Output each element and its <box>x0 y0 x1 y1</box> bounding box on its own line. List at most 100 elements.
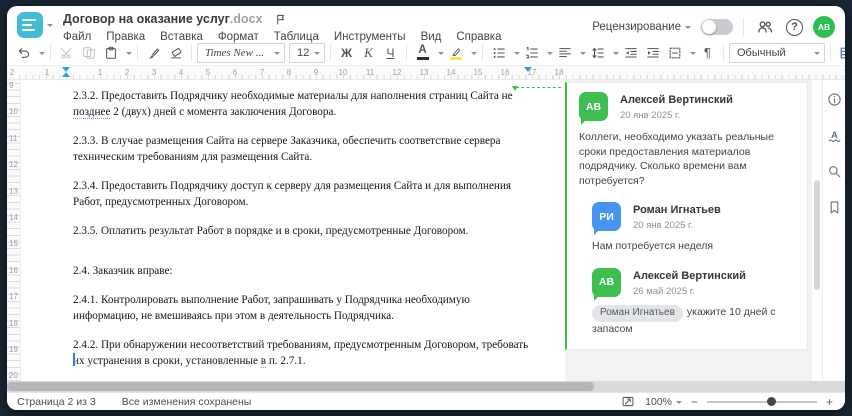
doc-paragraph[interactable]: 2.4.1. Контролировать выполнение Работ, … <box>73 292 551 324</box>
bookmark-icon[interactable] <box>823 196 845 218</box>
ruler-number: 14 <box>9 213 18 222</box>
paste-button[interactable] <box>100 42 121 64</box>
app-window: Договор на оказание услуг .docx Файл Пра… <box>7 6 845 410</box>
document-page[interactable]: 2.3.2. Предоставить Подрядчику необходим… <box>21 80 565 381</box>
document-info-icon[interactable] <box>823 88 845 110</box>
mention-pill[interactable]: Роман Игнатьев <box>592 304 683 322</box>
ruler-number: 16 <box>9 265 18 275</box>
commented-text: позднее <box>73 106 111 119</box>
zoom-level-select[interactable]: 100% <box>645 396 682 408</box>
highlight-color-button[interactable] <box>445 42 466 64</box>
italic-button[interactable]: К <box>358 42 379 64</box>
status-bar: Страница 2 из 3 Все изменения сохранены … <box>7 392 845 410</box>
paragraph-border-button[interactable] <box>664 42 685 64</box>
zoom-in-button[interactable]: + <box>826 396 833 408</box>
paragraph-border-caret-icon[interactable] <box>690 51 696 58</box>
paragraph-style-select[interactable]: Обычный <box>729 42 825 63</box>
undo-caret-icon[interactable] <box>39 51 45 58</box>
review-mode-dropdown[interactable]: Рецензирование <box>592 21 691 33</box>
increase-indent-button[interactable] <box>642 42 663 64</box>
ruler-number: 9 <box>313 68 319 77</box>
help-icon[interactable]: ? <box>786 18 803 36</box>
doc-text-run: 2.3.4. Предоставить Подрядчику доступ к … <box>73 180 512 192</box>
hanging-indent-marker[interactable] <box>62 68 70 77</box>
comment-reply[interactable]: АВ Алексей Вертинский 26 май 2025 г. Роман … <box>592 267 797 337</box>
doc-paragraph[interactable]: 2.3.4. Предоставить Подрядчику доступ к … <box>73 178 551 210</box>
ruler-number: 6 <box>232 68 238 77</box>
font-color-caret-icon[interactable] <box>438 51 444 58</box>
ruler-number: 18 <box>9 318 18 328</box>
zoom-controls: 100% − + <box>620 395 833 409</box>
search-icon[interactable] <box>823 160 845 182</box>
doc-paragraph[interactable]: 2.4. Заказчик вправе: <box>73 263 551 279</box>
bullet-list-caret-icon[interactable] <box>514 51 520 58</box>
ruler-number: 12 <box>9 160 18 170</box>
line-spacing-caret-icon[interactable] <box>613 51 619 58</box>
underline-button[interactable]: Ч <box>380 42 401 64</box>
collaborators-icon[interactable] <box>754 16 776 38</box>
favorite-flag-icon[interactable] <box>274 13 287 26</box>
line-spacing-button[interactable] <box>587 42 608 64</box>
ruler-number: 17 <box>527 68 537 77</box>
divider <box>743 18 744 36</box>
show-formatting-marks-button[interactable]: ¶ <box>697 42 718 64</box>
align-caret-icon[interactable] <box>580 51 586 58</box>
comment[interactable]: АВ Алексей Вертинский 20 янв 2025 г. Коллег… <box>579 92 797 188</box>
font-family-select[interactable]: Times New ... <box>197 42 285 63</box>
text-cursor <box>73 353 75 366</box>
document-title: Договор на оказание услуг <box>63 12 230 26</box>
highlight-caret-icon[interactable] <box>471 51 477 58</box>
chevron-down-icon <box>685 26 691 32</box>
bold-button[interactable]: Ж <box>336 42 357 64</box>
cut-button[interactable] <box>56 42 77 64</box>
comment-reply[interactable]: РИ Роман Игнатьев 20 янв 2025 г. Нам потреб… <box>592 202 797 254</box>
comment-date: 26 май 2025 г. <box>633 285 695 297</box>
copy-button[interactable] <box>78 42 99 64</box>
comments-scrollbar[interactable] <box>812 80 822 381</box>
review-toggle[interactable] <box>701 19 733 35</box>
doc-text-run: п. 2.7.1. <box>266 355 306 367</box>
horizontal-scrollbar[interactable] <box>7 381 845 392</box>
divider <box>830 44 831 61</box>
spellcheck-icon[interactable]: А <box>823 124 845 146</box>
horizontal-ruler[interactable]: 2 1 1 2 3 4 5 6 7 8 9 10 11 12 13 14 15 16 17 18 <box>7 66 845 80</box>
doc-paragraph[interactable]: 2.3.2. Предоставить Подрядчику необходим… <box>73 88 551 120</box>
font-size-select[interactable]: 12 <box>289 42 325 63</box>
comment-thread[interactable]: АВ Алексей Вертинский 20 янв 2025 г. Коллег… <box>565 82 808 350</box>
doc-paragraph[interactable]: 2.3.5. Оплатить результат Работ в порядк… <box>73 223 551 239</box>
align-button[interactable] <box>554 42 575 64</box>
doc-paragraph[interactable]: 2.3.3. В случае размещения Сайта на серв… <box>73 133 551 165</box>
vertical-ruler[interactable]: 9 10 11 12 13 14 15 16 17 18 19 20 <box>7 80 21 381</box>
ruler-number: 9 <box>9 81 14 90</box>
document-text[interactable]: 2.3.2. Предоставить Подрядчику необходим… <box>21 80 565 369</box>
format-painter-button[interactable] <box>143 42 164 64</box>
ruler-number: 13 <box>9 186 18 196</box>
ruler-number: 10 <box>338 68 348 77</box>
paste-caret-icon[interactable] <box>126 51 132 58</box>
decrease-indent-button[interactable] <box>620 42 641 64</box>
page-counter[interactable]: Страница 2 из 3 <box>17 396 96 408</box>
numbered-list-button[interactable] <box>521 42 542 64</box>
document-extension: .docx <box>229 12 263 26</box>
doc-text-run: 2.3.2. Предоставить Подрядчику необходим… <box>73 90 513 102</box>
zoom-slider-thumb[interactable] <box>767 397 777 406</box>
undo-button[interactable] <box>13 42 34 64</box>
numbered-list-caret-icon[interactable] <box>547 51 553 58</box>
font-color-button[interactable]: А <box>412 42 433 64</box>
zoom-slider[interactable] <box>706 397 817 406</box>
ruler-number: 11 <box>9 133 18 143</box>
doc-text-run: 2 (двух) дней с момента заключения Догов… <box>110 106 337 118</box>
zoom-out-button[interactable]: − <box>691 396 698 408</box>
logo-caret-icon[interactable] <box>47 24 53 30</box>
app-logo-icon[interactable] <box>17 12 43 38</box>
user-avatar[interactable]: АВ <box>813 16 835 38</box>
clear-style-button[interactable] <box>165 42 186 64</box>
divider <box>482 44 483 61</box>
comment-avatar: АВ <box>579 92 608 125</box>
doc-paragraph[interactable]: 2.4.2. При обнаружении несоответствий тр… <box>73 337 551 369</box>
fit-page-icon[interactable] <box>620 395 636 409</box>
divider <box>330 44 331 61</box>
insert-table-button[interactable] <box>836 42 845 64</box>
bullet-list-button[interactable] <box>488 42 509 64</box>
comment-date: 20 янв 2025 г. <box>633 220 694 231</box>
